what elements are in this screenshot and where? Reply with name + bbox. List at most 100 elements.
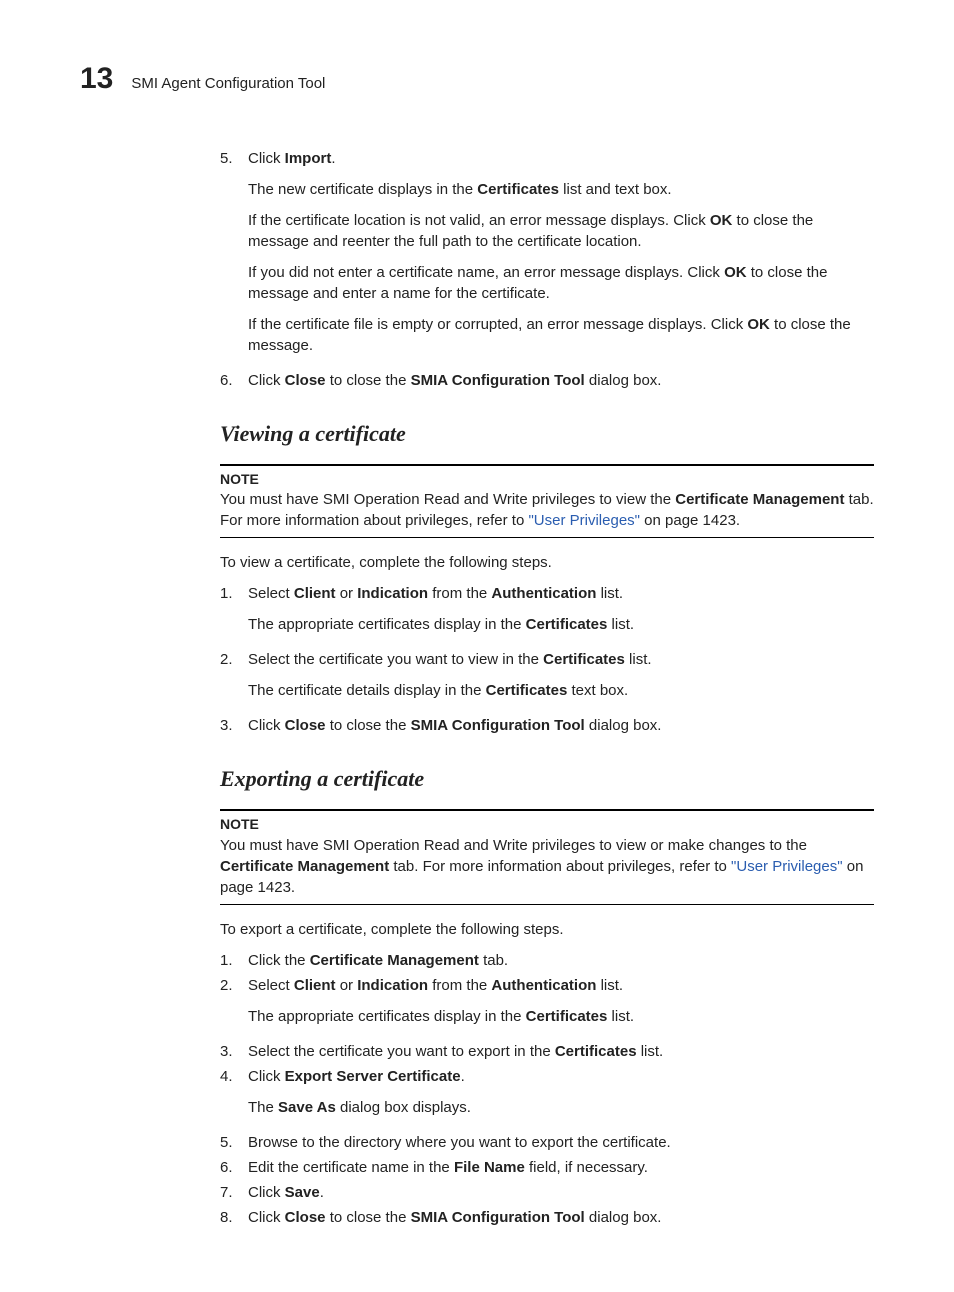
text-bold: Indication: [357, 585, 428, 602]
exporting-step-1: 1. Click the Certificate Management tab.: [220, 950, 874, 971]
step-body: Click Close to close the SMIA Configurat…: [248, 715, 874, 736]
text-bold: Close: [285, 717, 326, 734]
text-bold: Certificate Management: [675, 491, 844, 508]
text: Browse to the directory where you want t…: [248, 1134, 671, 1151]
text-bold: Authentication: [491, 585, 596, 602]
text: Click: [248, 150, 285, 167]
text-bold: OK: [747, 316, 770, 333]
step-number: 4.: [220, 1066, 248, 1128]
step-body: Browse to the directory where you want t…: [248, 1132, 874, 1153]
text: list.: [637, 1043, 664, 1060]
step-number: 3.: [220, 1041, 248, 1062]
text: to close the: [326, 1209, 411, 1226]
note-box: NOTE You must have SMI Operation Read an…: [220, 809, 874, 905]
viewing-step-3: 3. Click Close to close the SMIA Configu…: [220, 715, 874, 736]
text: .: [320, 1184, 324, 1201]
step-number: 2.: [220, 975, 248, 1037]
text: The certificate details display in the: [248, 682, 486, 699]
text: dialog box.: [585, 717, 662, 734]
note-label: NOTE: [220, 470, 874, 490]
text-bold: OK: [710, 212, 733, 229]
note-label: NOTE: [220, 815, 874, 835]
text-bold: Certificates: [477, 181, 559, 198]
text-bold: Certificates: [526, 1008, 608, 1025]
text: list.: [607, 616, 634, 633]
step-body: Select the certificate you want to expor…: [248, 1041, 874, 1062]
step-number: 5.: [220, 1132, 248, 1153]
text: Click: [248, 1068, 285, 1085]
text-bold: Save: [285, 1184, 320, 1201]
step-number: 1.: [220, 583, 248, 645]
paragraph: The Save As dialog box displays.: [248, 1097, 874, 1118]
viewing-step-2: 2. Select the certificate you want to vi…: [220, 649, 874, 711]
exporting-step-6: 6. Edit the certificate name in the File…: [220, 1157, 874, 1178]
paragraph: If you did not enter a certificate name,…: [248, 262, 874, 304]
text: list.: [596, 977, 623, 994]
text: Click: [248, 1184, 285, 1201]
exporting-step-2: 2. Select Client or Indication from the …: [220, 975, 874, 1037]
text: You must have SMI Operation Read and Wri…: [220, 491, 675, 508]
text: tab. For more information about privileg…: [389, 858, 731, 875]
text: Select the certificate you want to expor…: [248, 1043, 555, 1060]
exporting-step-8: 8. Click Close to close the SMIA Configu…: [220, 1207, 874, 1228]
exporting-step-7: 7. Click Save.: [220, 1182, 874, 1203]
note-body: You must have SMI Operation Read and Wri…: [220, 835, 874, 905]
step-body: Click Close to close the SMIA Configurat…: [248, 370, 874, 391]
text-bold: File Name: [454, 1159, 525, 1176]
step-body: Select Client or Indication from the Aut…: [248, 583, 874, 645]
step-body: Select Client or Indication from the Aut…: [248, 975, 874, 1037]
step-body: Click Save.: [248, 1182, 874, 1203]
text: The new certificate displays in the: [248, 181, 477, 198]
paragraph: The new certificate displays in the Cert…: [248, 179, 874, 200]
note-body: You must have SMI Operation Read and Wri…: [220, 489, 874, 538]
text-bold: SMIA Configuration Tool: [411, 717, 585, 734]
step-body: Click the Certificate Management tab.: [248, 950, 874, 971]
chapter-number: 13: [80, 58, 113, 100]
step-number: 7.: [220, 1182, 248, 1203]
step-6: 6. Click Close to close the SMIA Configu…: [220, 370, 874, 391]
text: on page 1423.: [640, 512, 740, 529]
text-bold: OK: [724, 264, 747, 281]
text: Click: [248, 717, 285, 734]
text-bold: Certificate Management: [310, 952, 479, 969]
step-body: Click Close to close the SMIA Configurat…: [248, 1207, 874, 1228]
text: You must have SMI Operation Read and Wri…: [220, 837, 807, 854]
text-bold: Certificates: [526, 616, 608, 633]
text: to close the: [326, 717, 411, 734]
step-body: Select the certificate you want to view …: [248, 649, 874, 711]
paragraph: If the certificate file is empty or corr…: [248, 314, 874, 356]
page: 13 SMI Agent Configuration Tool 5. Click…: [0, 0, 954, 1292]
text: list and text box.: [559, 181, 672, 198]
text-bold: Certificates: [555, 1043, 637, 1060]
text: from the: [428, 585, 491, 602]
paragraph: To view a certificate, complete the foll…: [220, 552, 874, 573]
step-number: 1.: [220, 950, 248, 971]
text: dialog box.: [585, 1209, 662, 1226]
text-bold: Indication: [357, 977, 428, 994]
link-user-privileges[interactable]: "User Privileges": [528, 512, 640, 529]
text: dialog box displays.: [336, 1099, 471, 1116]
text: dialog box.: [585, 372, 662, 389]
exporting-step-5: 5. Browse to the directory where you wan…: [220, 1132, 874, 1153]
content: 5. Click Import. The new certificate dis…: [220, 148, 874, 1228]
link-user-privileges[interactable]: "User Privileges": [731, 858, 843, 875]
text: .: [331, 150, 335, 167]
step-body: Click Export Server Certificate. The Sav…: [248, 1066, 874, 1128]
text: If the certificate file is empty or corr…: [248, 316, 747, 333]
text: list.: [625, 651, 652, 668]
step-body: Click Import. The new certificate displa…: [248, 148, 874, 366]
text: The: [248, 1099, 278, 1116]
exporting-step-3: 3. Select the certificate you want to ex…: [220, 1041, 874, 1062]
text-bold: SMIA Configuration Tool: [411, 372, 585, 389]
text: list.: [596, 585, 623, 602]
paragraph: The appropriate certificates display in …: [248, 1006, 874, 1027]
text: field, if necessary.: [525, 1159, 648, 1176]
text: text box.: [567, 682, 628, 699]
text-bold: Client: [294, 977, 336, 994]
text-bold: Export Server Certificate: [285, 1068, 461, 1085]
step-body: Edit the certificate name in the File Na…: [248, 1157, 874, 1178]
text: Click: [248, 1209, 285, 1226]
text: or: [336, 585, 358, 602]
text: from the: [428, 977, 491, 994]
paragraph: The certificate details display in the C…: [248, 680, 874, 701]
